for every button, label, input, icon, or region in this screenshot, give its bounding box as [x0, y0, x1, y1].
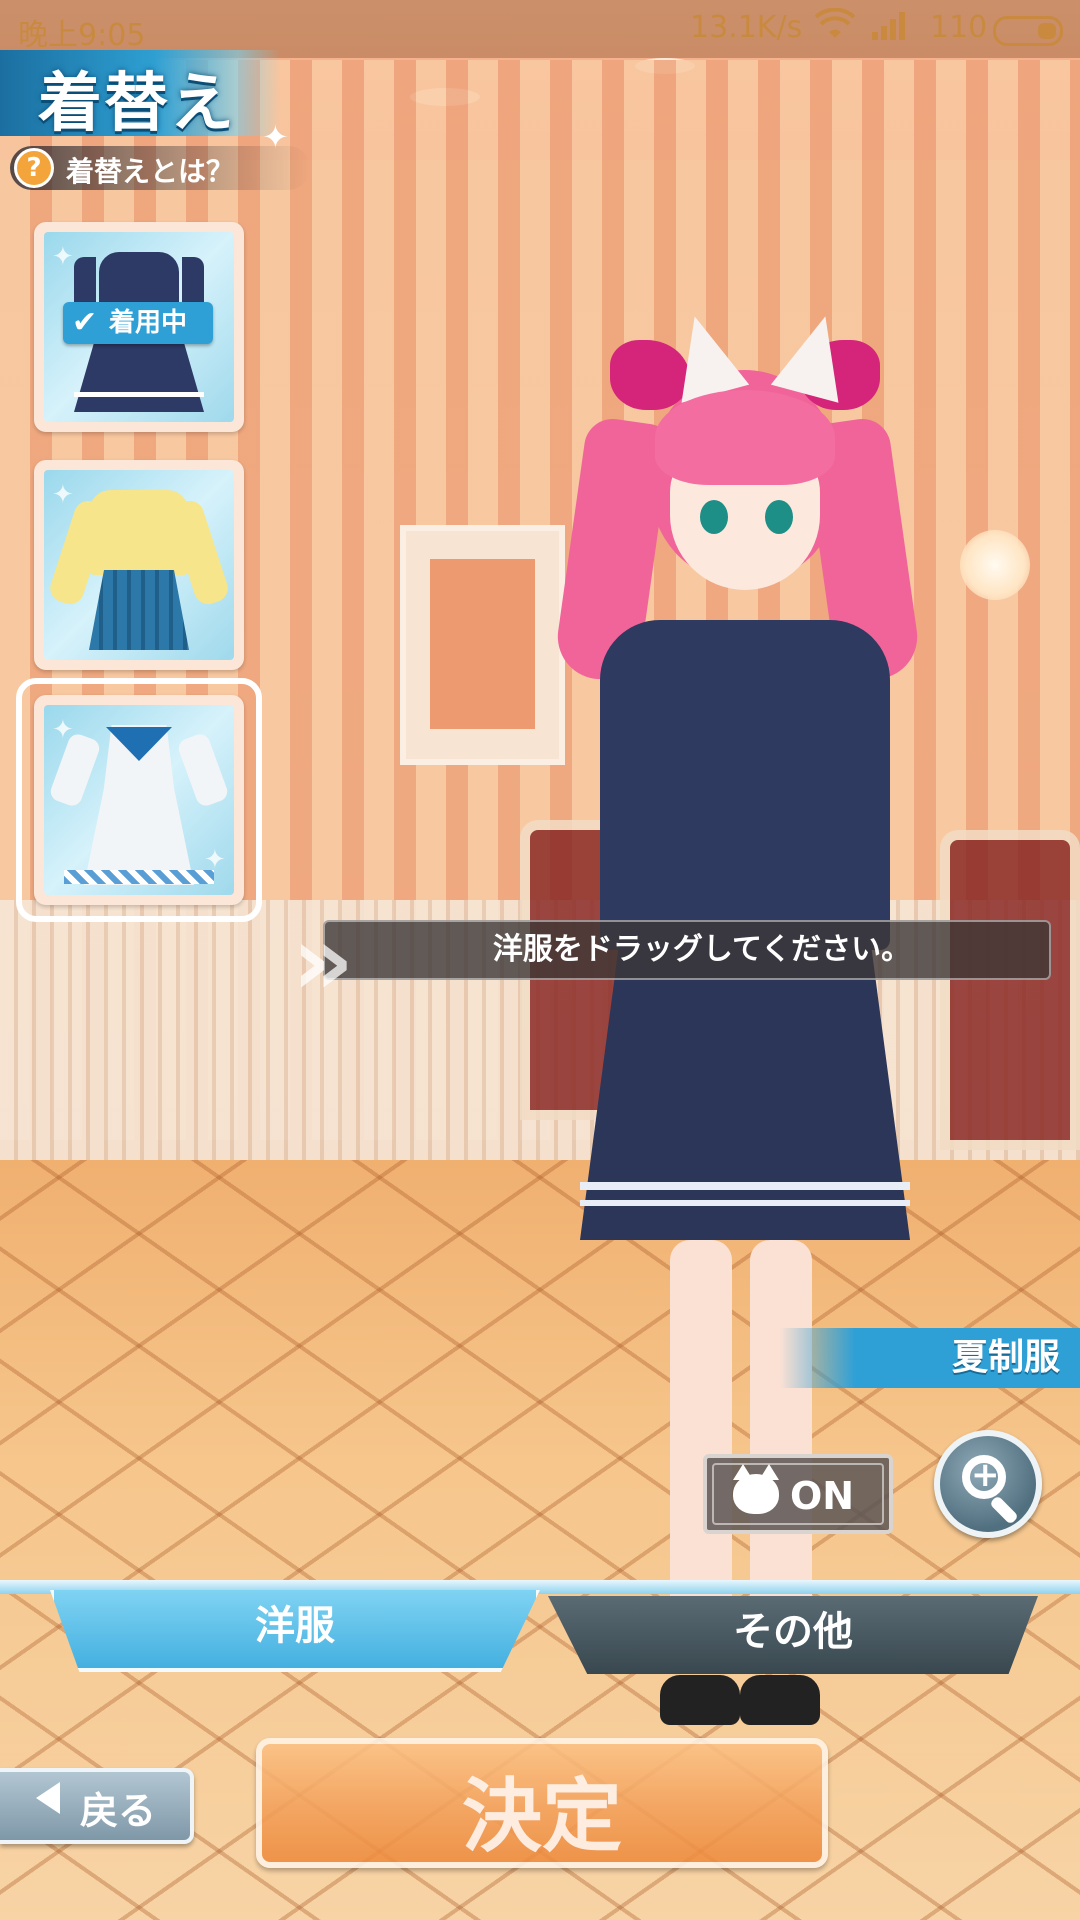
character-skirt — [580, 940, 910, 1240]
plus-icon: + — [971, 1455, 1000, 1495]
signal-icon — [870, 8, 910, 49]
character-bangs — [655, 390, 835, 485]
outfit-stripe — [74, 392, 204, 397]
back-arrow-icon — [36, 1782, 60, 1814]
cat-icon — [733, 1464, 779, 1514]
current-outfit-name: 夏制服 — [780, 1328, 1080, 1388]
sparkle-icon: ✦ — [52, 480, 74, 510]
character-model[interactable] — [552, 300, 980, 1780]
sparkle-icon: ✦ — [52, 242, 74, 272]
network-speed: 13.1K/s — [690, 10, 803, 45]
character-jacket — [600, 620, 890, 950]
character-eye — [700, 500, 728, 534]
back-label[interactable]: 戻る — [80, 1780, 156, 1835]
tab-clothes[interactable]: 洋服 — [50, 1590, 540, 1672]
question-icon[interactable]: ? — [14, 148, 54, 188]
page-title: 着替え — [38, 67, 236, 141]
battery-icon — [993, 16, 1063, 46]
outfit-thumbnail: ✦ ✦ — [44, 705, 234, 895]
outfit-card-yellow-sweater[interactable]: ✦ — [34, 460, 244, 670]
outfit-sweater — [89, 490, 189, 575]
character-shoe — [660, 1675, 740, 1725]
battery-level: 110 — [930, 10, 988, 45]
outfit-skirt — [89, 570, 189, 650]
outfit-thumbnail: ✦ — [44, 470, 234, 660]
skirt-stripe — [580, 1182, 910, 1190]
status-time: 晚上9:05 — [18, 18, 146, 53]
cat-toggle-label: ON — [790, 1474, 855, 1518]
help-label[interactable]: 着替えとは？ — [66, 150, 234, 190]
confirm-label[interactable]: 決定 — [256, 1752, 828, 1868]
outfit-sleeve — [175, 731, 231, 809]
skirt-stripe — [580, 1200, 910, 1206]
check-icon: ✔ — [72, 305, 98, 340]
outfit-card-white-sailor-dress[interactable]: ✦ ✦ — [34, 695, 244, 905]
wifi-icon — [814, 7, 856, 50]
tab-other[interactable]: その他 — [548, 1596, 1038, 1674]
character-shoe — [740, 1675, 820, 1725]
outfit-hem — [64, 870, 214, 884]
drag-hint-message: 洋服をドラッグしてください。 — [323, 920, 1051, 980]
wall-picture-frame — [400, 525, 565, 765]
double-chevron-right-icon: » — [292, 905, 354, 1017]
character-eye — [765, 500, 793, 534]
